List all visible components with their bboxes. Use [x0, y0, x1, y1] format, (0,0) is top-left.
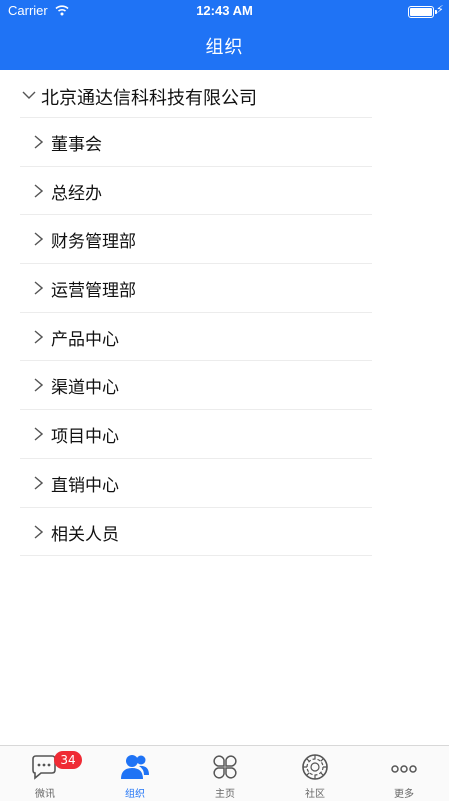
community-icon: [302, 754, 328, 780]
department-list: 董事会 总经办 财务管理部 运营管理部 产品中心 渠道中心 项目中心 直销中心 …: [20, 117, 372, 557]
chevron-down-icon: [22, 91, 36, 99]
tab-home[interactable]: 主页: [180, 746, 270, 801]
people-icon: [121, 755, 149, 779]
chevron-right-icon: [34, 281, 43, 295]
chevron-right-icon: [34, 524, 43, 539]
unread-badge: 34: [54, 751, 82, 769]
tab-more[interactable]: 更多: [359, 746, 449, 801]
chevron-right-icon: [34, 184, 43, 198]
clover-icon: [213, 755, 237, 779]
department-item[interactable]: 直销中心: [20, 457, 372, 507]
battery-icon: [408, 6, 437, 18]
charging-icon: ⚡: [436, 3, 444, 16]
tab-organization[interactable]: 组织: [90, 746, 180, 801]
department-item[interactable]: 项目中心: [20, 409, 372, 458]
department-item[interactable]: 相关人员: [20, 506, 372, 556]
department-label: 渠道中心: [51, 378, 119, 399]
tab-label: 主页: [215, 789, 235, 800]
tab-label: 社区: [305, 789, 325, 800]
department-label: 直销中心: [51, 475, 119, 496]
department-label: 总经办: [51, 183, 102, 204]
top-bar: Carrier 12:43 AM ⚡ 组织: [0, 0, 449, 70]
status-bar: Carrier 12:43 AM ⚡: [0, 0, 449, 22]
chevron-right-icon: [34, 378, 43, 392]
tab-bar: 34 微讯 组织 主页 社区 更多: [0, 745, 449, 801]
list-divider: [20, 555, 372, 557]
department-label: 产品中心: [51, 329, 119, 350]
more-dots-icon: [391, 765, 417, 773]
tab-label: 更多: [394, 789, 414, 800]
department-item[interactable]: 董事会: [20, 117, 372, 166]
status-time: 12:43 AM: [196, 3, 253, 18]
department-label: 财务管理部: [51, 232, 136, 253]
chevron-right-icon: [34, 330, 43, 344]
department-item[interactable]: 产品中心: [20, 311, 372, 361]
tab-label: 微讯: [35, 789, 55, 800]
department-item[interactable]: 总经办: [20, 165, 372, 215]
department-label: 相关人员: [51, 524, 119, 545]
tab-community[interactable]: 社区: [270, 746, 360, 801]
department-item[interactable]: 运营管理部: [20, 263, 372, 312]
chevron-right-icon: [34, 427, 43, 441]
tab-messages[interactable]: 34 微讯: [0, 746, 90, 801]
chevron-right-icon: [34, 135, 43, 149]
department-item[interactable]: 渠道中心: [20, 360, 372, 409]
department-item[interactable]: 财务管理部: [20, 214, 372, 263]
tab-label: 组织: [125, 789, 145, 800]
chevron-right-icon: [34, 476, 43, 490]
department-label: 项目中心: [51, 427, 119, 448]
department-label: 董事会: [51, 135, 102, 155]
company-name: 北京通达信科科技有限公司: [41, 88, 257, 109]
chevron-right-icon: [34, 232, 43, 246]
page-title: 组织: [205, 37, 244, 58]
department-label: 运营管理部: [51, 281, 136, 302]
